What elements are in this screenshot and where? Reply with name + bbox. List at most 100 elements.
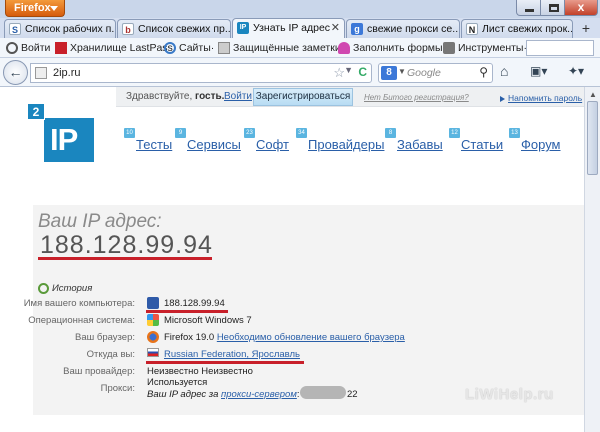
computer-name-label: Имя вашего компьютера: [23,298,135,309]
computer-name-value: 188.128.99.94 [164,298,225,309]
site-identity-icon[interactable] [35,67,47,79]
login-toolbar-button[interactable]: Войти [6,40,50,56]
tab-active[interactable]: IP Узнать IP адрес ✕ [232,18,345,38]
menu-forum[interactable]: 13 Форум [509,128,561,152]
software-icon: 23 [244,128,255,138]
menu-fun[interactable]: 8 Забавы [385,128,443,152]
remind-password-link[interactable]: Напомнить пароль [500,93,582,103]
lastpass-vault-button[interactable]: Хранилище LastPass [55,40,173,56]
menu-label: Статьи [461,137,504,152]
maximize-button[interactable] [540,0,565,16]
highlight-underline [146,361,304,364]
tab-2[interactable]: b Список свежих пр... [117,19,231,38]
browser-version: Firefox 19.0 [164,332,215,343]
close-tab-icon[interactable]: ✕ [331,21,340,34]
note-icon [218,42,230,54]
greeting-prefix: Здравствуйте, [126,91,193,102]
menu-tests[interactable]: 10 Тесты [124,128,172,152]
reload-icon[interactable]: C [358,65,367,79]
minimize-button[interactable] [516,0,541,16]
chevron-down-icon [50,6,58,11]
browser-update-link[interactable]: Необходимо обновление вашего браузера [217,332,405,343]
menu-label: Сервисы [187,137,241,152]
tab-label: Лист свежих прок... [482,23,573,35]
menu-articles[interactable]: 12 Статьи [449,128,504,152]
menu-services[interactable]: 9 Сервисы [175,128,241,152]
window-menu-icon[interactable]: ▣▾ [530,64,547,78]
proxy-server-link[interactable]: прокси-сервером [221,389,297,400]
addon-icon[interactable]: ✦▾ [568,64,584,78]
history-label: История [52,283,93,294]
url-bar[interactable]: 2ip.ru ☆ ▼ C [30,63,372,83]
site-favicon-icon: N [466,23,478,35]
menu-label: Забавы [397,137,443,152]
proxy-prefix: Ваш IP адрес за [147,389,219,400]
bookmark-label: Инструменты· [458,42,527,54]
firefox-menu-button[interactable]: Firefox [5,0,65,17]
forum-icon: 13 [509,128,520,138]
site-favicon-icon: S [9,23,21,35]
scroll-up-icon[interactable]: ▲ [589,90,597,99]
providers-icon: 34 [296,128,307,138]
location-link[interactable]: Russian Federation, Ярославль [164,349,300,360]
articles-icon: 12 [449,128,460,138]
os-label: Операционная система: [28,315,135,326]
lastpass-search-input[interactable] [526,40,594,56]
google-engine-icon[interactable]: 8 [381,66,397,80]
russia-flag-icon [147,348,159,357]
os-value: Microsoft Windows 7 [164,315,252,326]
bookmark-label: Защищённые заметки· [233,42,345,54]
browser-label: Ваш браузер: [75,332,135,343]
greeting-user: гость. [195,91,225,102]
secure-notes-button[interactable]: Защищённые заметки· [218,40,344,56]
tools-menu-button[interactable]: Инструменты· [443,40,527,56]
firefox-icon [147,331,159,343]
google-favicon-icon: g [351,23,363,35]
bookmarks-toolbar: Войти Хранилище LastPass Сайты· Защищённ… [0,38,600,58]
page-content: Здравствуйте, гость. Войти Зарегистриров… [0,87,600,432]
bookmark-label: Сайты· [179,42,215,54]
login-link[interactable]: Войти [224,91,252,102]
close-window-button[interactable]: x [564,0,598,16]
person-icon [338,42,350,54]
sites-menu-button[interactable]: Сайты· [164,40,214,56]
browser-value: Firefox 19.0 Необходимо обновление вашег… [164,332,405,343]
search-placeholder: Google [407,67,441,79]
url-text: 2ip.ru [53,67,81,79]
ip-favicon-icon: IP [237,22,249,34]
history-dropdown-icon[interactable]: ▼ [344,65,353,75]
highlight-underline [146,310,228,313]
firefox-menu-label: Firefox [14,2,51,14]
page-scrollbar[interactable]: ▲ [584,87,600,432]
menu-software[interactable]: 23 Софт [244,128,289,152]
tab-5[interactable]: N Лист свежих прок... [461,19,573,38]
site-logo[interactable]: 2 IP [27,103,94,162]
redacted-ip-blur [300,386,346,399]
tab-4[interactable]: g свежие прокси се... [346,19,460,38]
search-icon[interactable]: ⚲ [479,65,488,79]
proxy-value: Используется [147,377,208,388]
search-box[interactable]: 8 ▼ Google ⚲ [378,63,493,83]
proxy-label: Прокси: [100,383,135,394]
tab-label: Список рабочих п... [25,23,116,35]
register-button[interactable]: Зарегистрироваться [253,88,353,106]
ip-underline [38,257,212,260]
site-favicon-icon: b [122,23,134,35]
bookmark-label: Войти [21,42,51,54]
fill-forms-button[interactable]: Заполнить формы· [338,40,446,56]
logo-number: 2 [27,103,45,120]
minimize-icon [525,9,534,12]
location-value: Russian Federation, Ярославль [164,349,300,360]
menu-providers[interactable]: 34 Провайдеры [296,128,385,152]
forgot-link[interactable]: Нет Битого регистрация? [364,93,469,102]
back-button[interactable]: ← [3,60,28,85]
home-button[interactable]: ⌂ [500,63,508,79]
new-tab-button[interactable]: + [574,19,598,38]
scrollbar-thumb[interactable] [587,101,598,175]
logo-text: IP [50,122,78,157]
history-link[interactable]: История [38,283,92,294]
engine-dropdown-icon[interactable]: ▼ [398,67,406,76]
menu-label: Провайдеры [308,137,385,152]
tab-1[interactable]: S Список рабочих п... [4,19,116,38]
proxy-detail: Ваш IP адрес за прокси-сервером: 7 [147,389,307,400]
